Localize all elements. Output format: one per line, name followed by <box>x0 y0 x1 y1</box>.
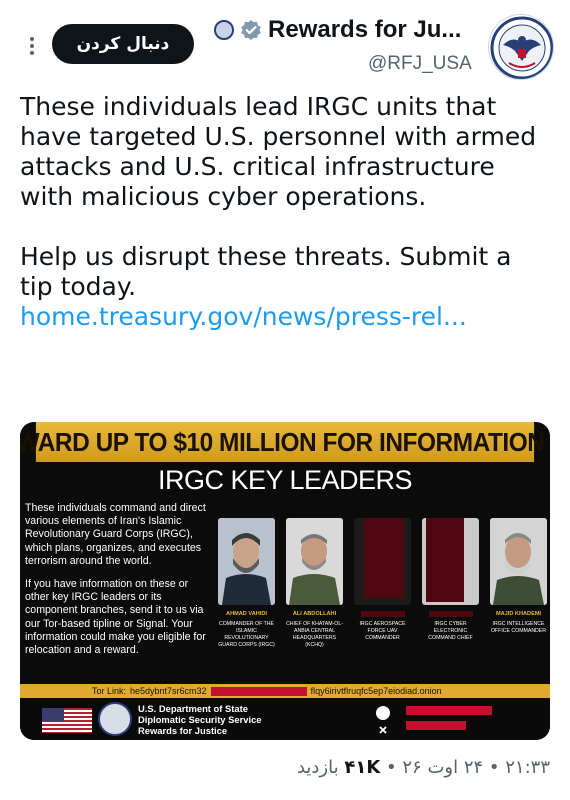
meta-separator: • <box>488 757 500 778</box>
poster-blurb-paragraph: If you have information on these or othe… <box>25 578 206 657</box>
tor-link-strip: Tor Link: he5dybnt7sr6cm32 flqy6irivtflr… <box>20 684 550 698</box>
state-department-seal-icon <box>98 702 132 736</box>
author-handle[interactable]: @RFJ_USA <box>368 53 472 75</box>
tweet-text: These individuals lead IRGC units that h… <box>20 92 550 332</box>
poster-blurb: These individuals command and direct var… <box>25 502 213 667</box>
verified-badge-icon <box>241 20 261 40</box>
leader-photo <box>286 518 343 605</box>
reward-banner: REWARD UP TO $10 MILLION FOR INFORMATION… <box>20 422 550 462</box>
leader-photo <box>422 518 479 605</box>
department-text: U.S. Department of State Diplomatic Secu… <box>138 703 262 736</box>
leader-card: ALI ABDOLLAHI CHIEF OF KHATAM-OL-ANBIA C… <box>286 518 343 649</box>
more-options-button[interactable] <box>22 32 42 60</box>
leader-photo <box>354 518 411 605</box>
tweet-media-image[interactable]: REWARD UP TO $10 MILLION FOR INFORMATION… <box>20 422 550 740</box>
tweet-time[interactable]: ۲۱:۳۳ <box>505 757 550 778</box>
tweet-date[interactable]: ۲۴ اوت ۲۶ <box>402 757 483 778</box>
eagle-seal-icon <box>490 16 553 79</box>
views-count: ۴۱K <box>344 757 381 778</box>
tweet-meta: ۲۱:۳۳ • ۲۴ اوت ۲۶ • ۴۱K بازدید <box>230 757 550 778</box>
department-line: Rewards for Justice <box>138 725 228 736</box>
leader-title: IRGC CYBER ELECTRONIC COMMAND CHIEF <box>428 621 473 641</box>
redaction-block <box>210 686 307 696</box>
us-flag-icon <box>42 708 92 733</box>
signal-and-x-icons <box>376 706 390 734</box>
meta-separator: • <box>386 757 397 778</box>
leader-name: ALI ABDOLLAHI <box>292 611 337 617</box>
poster-subtitle: IRGC KEY LEADERS <box>157 464 413 495</box>
redaction-block <box>406 706 492 715</box>
more-dot-icon <box>30 37 34 41</box>
department-line: U.S. Department of State <box>138 703 248 714</box>
author-name-row[interactable]: Rewards for Ju... <box>214 16 461 44</box>
leader-title: CHIEF OF KHATAM-OL-ANBIA CENTRAL HEADQUA… <box>286 621 343 648</box>
leader-title: COMMANDER OF THE ISLAMIC REVOLUTIONARY G… <box>218 621 275 648</box>
leader-name: MAJID KHADEMI <box>495 611 542 617</box>
leader-title: IRGC AEROSPACE FORCE UAV COMMANDER <box>359 621 406 641</box>
more-dot-icon <box>30 44 34 48</box>
poster-footer: U.S. Department of State Diplomatic Secu… <box>20 698 550 740</box>
redaction-block <box>364 518 404 598</box>
leader-photo <box>490 518 547 605</box>
tweet-link[interactable]: home.treasury.gov/news/press-rel... <box>20 302 467 331</box>
leader-photo <box>218 518 275 605</box>
tweet-paragraph: These individuals lead IRGC units that h… <box>20 92 537 211</box>
views-label: بازدید <box>296 757 339 778</box>
rfj-seal-avatar[interactable] <box>488 14 554 80</box>
tor-label: Tor Link: <box>92 686 127 696</box>
redaction-block <box>426 518 464 602</box>
redaction-block <box>428 611 473 617</box>
tor-address-end: flqy6irivtflruqfc5ep7eiodiad.onion <box>310 686 442 696</box>
tweet-header: دنبال کردن Rewards for Ju... @RFJ_USA <box>0 0 570 90</box>
redacted-contact-info <box>406 706 492 736</box>
leader-card: IRGC CYBER ELECTRONIC COMMAND CHIEF <box>422 518 479 642</box>
leader-card: IRGC AEROSPACE FORCE UAV COMMANDER <box>354 518 411 642</box>
redaction-block <box>406 721 466 730</box>
seal-emoji-icon <box>214 20 234 40</box>
more-dot-icon <box>30 51 34 55</box>
tor-address-start: he5dybnt7sr6cm32 <box>130 686 207 696</box>
tweet-paragraph: Help us disrupt these threats. Submit a … <box>20 242 512 301</box>
follow-button[interactable]: دنبال کردن <box>52 24 194 64</box>
leader-gallery: AHMAD VAHIDI COMMANDER OF THE ISLAMIC RE… <box>218 518 550 688</box>
leader-card: AHMAD VAHIDI COMMANDER OF THE ISLAMIC RE… <box>218 518 275 649</box>
poster-blurb-paragraph: These individuals command and direct var… <box>25 502 206 567</box>
department-line: Diplomatic Security Service <box>138 714 262 725</box>
display-name[interactable]: Rewards for Ju... <box>268 16 461 44</box>
redaction-block <box>360 611 405 617</box>
leader-title: IRGC INTELLIGENCE OFFICE COMMANDER <box>490 621 547 634</box>
leader-name: AHMAD VAHIDI <box>226 611 267 617</box>
leader-card: MAJID KHADEMI IRGC INTELLIGENCE OFFICE C… <box>490 518 547 635</box>
